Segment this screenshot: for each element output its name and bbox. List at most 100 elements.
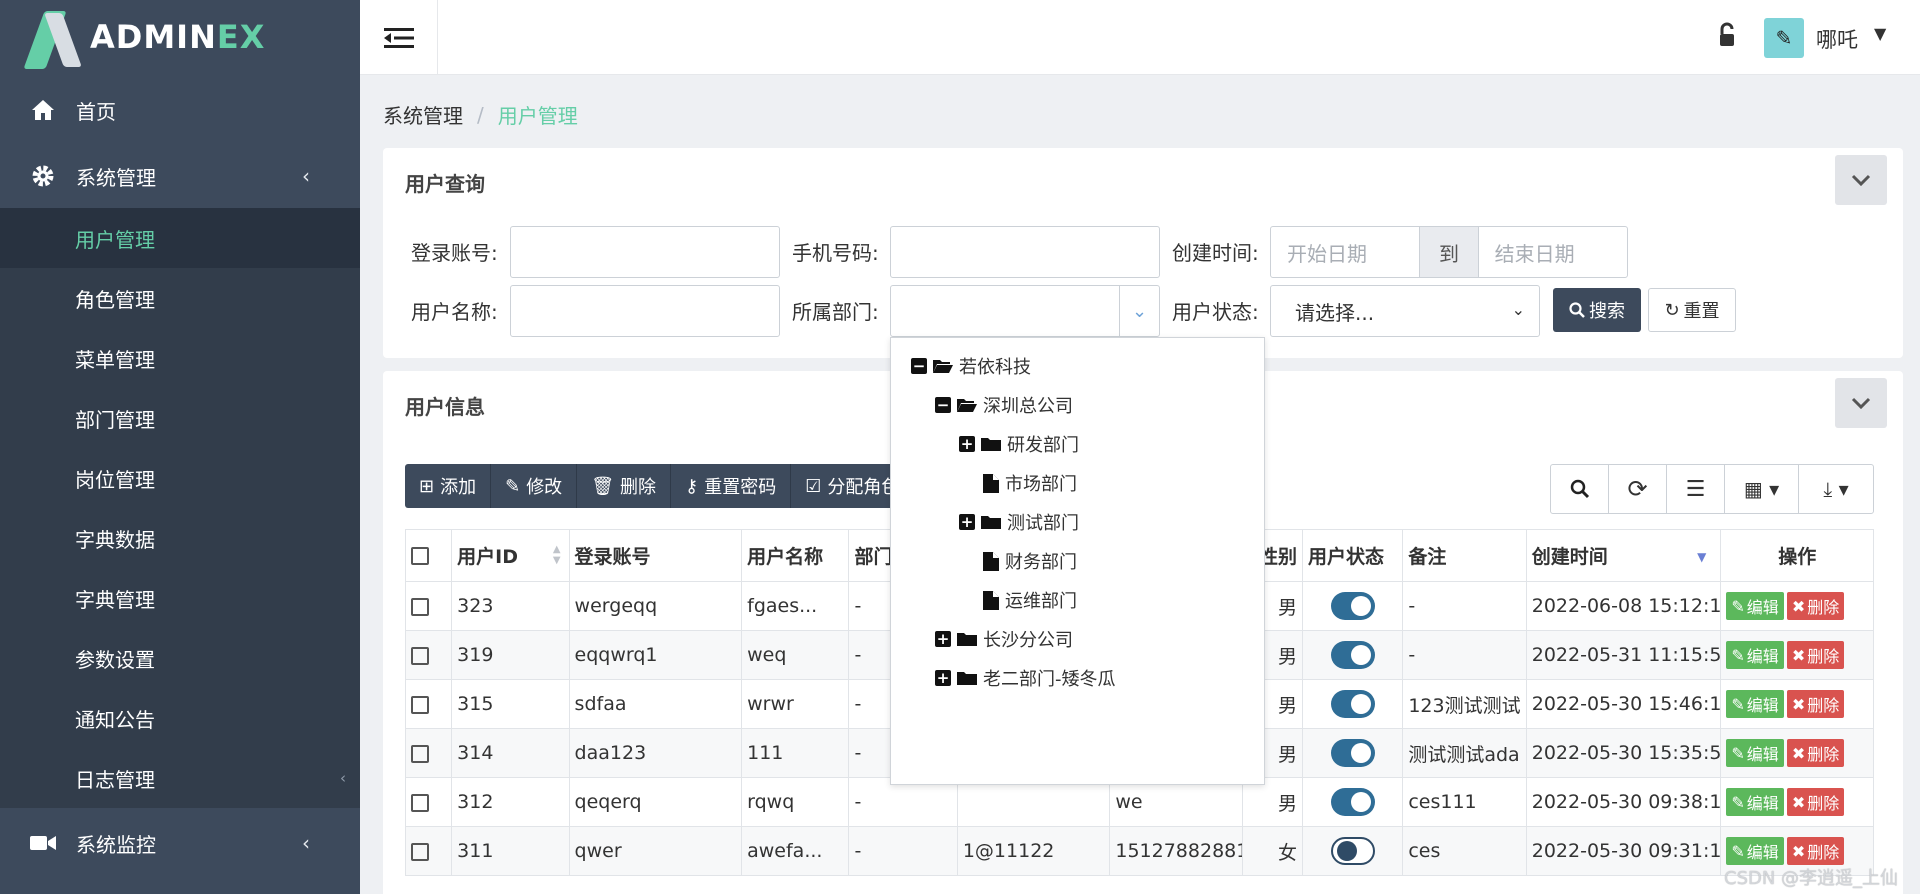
row-delete-button[interactable]: ✖ 删除 xyxy=(1786,788,1845,816)
row-edit-button[interactable]: ✎ 编辑 xyxy=(1726,641,1784,669)
sidebar-toggle-button[interactable] xyxy=(360,0,438,75)
nav-monitor[interactable]: 系统监控 ‹ xyxy=(0,813,360,873)
col-label: 部门 xyxy=(854,546,893,568)
sidebar-item-config[interactable]: 参数设置 xyxy=(0,628,360,688)
tree-node[interactable]: − 深圳总公司 xyxy=(935,391,1073,419)
row-checkbox[interactable] xyxy=(404,826,453,876)
row-edit-button[interactable]: ✎ 编辑 xyxy=(1726,837,1784,865)
sidebar-item-dict[interactable]: 字典管理 xyxy=(0,568,360,628)
tree-node[interactable]: 运维部门 xyxy=(983,586,1077,614)
sidebar-item-users[interactable]: 用户管理 xyxy=(0,208,360,268)
start-date-input[interactable]: 开始日期 xyxy=(1271,227,1419,277)
reset-password-button[interactable]: ⚷ 重置密码 xyxy=(671,464,792,508)
row-delete-button[interactable]: ✖ 删除 xyxy=(1786,837,1845,865)
user-name[interactable]: 哪吒 xyxy=(1816,24,1858,54)
row-checkbox[interactable] xyxy=(404,581,453,631)
row-delete-button[interactable]: ✖ 删除 xyxy=(1786,739,1845,767)
tree-node[interactable]: 财务部门 xyxy=(983,547,1077,575)
checkbox[interactable] xyxy=(411,597,429,616)
status-toggle[interactable] xyxy=(1330,739,1375,767)
tree-node[interactable]: + 长沙分公司 xyxy=(935,625,1073,653)
status-select[interactable]: 请选择... ⌄ xyxy=(1270,285,1540,337)
collapse-button[interactable] xyxy=(1835,155,1887,205)
status-toggle[interactable] xyxy=(1330,641,1375,669)
sidebar-item-logs[interactable]: 日志管理 ‹ xyxy=(0,748,360,808)
caret-down-icon[interactable]: ▼ xyxy=(1874,24,1886,43)
row-checkbox[interactable] xyxy=(404,679,453,729)
refresh-button[interactable]: ⟳ xyxy=(1609,465,1667,513)
status-toggle[interactable] xyxy=(1330,690,1375,718)
breadcrumb-parent[interactable]: 系统管理 xyxy=(383,100,463,129)
sidebar-item-dict-data[interactable]: 字典数据 xyxy=(0,508,360,568)
checkbox[interactable] xyxy=(411,793,429,812)
delete-button[interactable]: 🗑 删除 xyxy=(577,464,672,508)
refresh-icon: ⟳ xyxy=(1627,475,1648,503)
checkbox[interactable] xyxy=(411,695,429,714)
tree-node[interactable]: − 若依科技 xyxy=(911,352,1031,380)
edit-label: 修改 xyxy=(526,477,563,498)
expand-icon[interactable]: + xyxy=(959,436,975,452)
sidebar-item-posts[interactable]: 岗位管理 xyxy=(0,448,360,508)
expand-icon[interactable]: + xyxy=(935,631,951,647)
tree-node[interactable]: 市场部门 xyxy=(983,469,1077,497)
row-delete-button[interactable]: ✖ 删除 xyxy=(1786,641,1845,669)
lock-icon[interactable] xyxy=(1717,22,1737,50)
collapse-icon[interactable]: − xyxy=(935,397,951,413)
row-delete-button[interactable]: ✖ 删除 xyxy=(1786,592,1845,620)
logo[interactable]: ADMINEX xyxy=(0,0,360,74)
cell-status xyxy=(1301,826,1404,876)
status-toggle[interactable] xyxy=(1330,837,1375,865)
sidebar-item-roles[interactable]: 角色管理 xyxy=(0,268,360,328)
nav-system[interactable]: 系统管理 ‹ xyxy=(0,146,360,206)
col-user-id[interactable]: 用户ID ▲ ▼ xyxy=(451,529,570,582)
tree-node[interactable]: + 测试部门 xyxy=(959,508,1079,536)
date-to-label: 到 xyxy=(1419,227,1479,277)
select-all-checkbox[interactable] xyxy=(404,529,453,582)
toggle-search-button[interactable] xyxy=(1551,465,1609,513)
row-checkbox[interactable] xyxy=(404,777,453,827)
row-checkbox[interactable] xyxy=(404,630,453,680)
chevron-down-icon[interactable]: ⌄ xyxy=(1119,286,1159,336)
reset-button[interactable]: ↻ 重置 xyxy=(1648,288,1736,332)
expand-icon[interactable]: + xyxy=(935,670,951,686)
sidebar-item-menus[interactable]: 菜单管理 xyxy=(0,328,360,388)
login-account-input[interactable] xyxy=(510,226,780,278)
dept-select[interactable]: ⌄ xyxy=(890,285,1160,337)
info-panel-title: 用户信息 xyxy=(405,395,485,419)
row-edit-button[interactable]: ✎ 编辑 xyxy=(1726,592,1784,620)
tree-node[interactable]: + 老二部门-矮冬瓜 xyxy=(935,664,1116,692)
phone-input[interactable] xyxy=(890,226,1160,278)
row-edit-button[interactable]: ✎ 编辑 xyxy=(1726,739,1784,767)
status-toggle[interactable] xyxy=(1330,788,1375,816)
cell-remark: ces111 xyxy=(1402,777,1527,827)
toggle-view-button[interactable]: ☰ xyxy=(1667,465,1725,513)
collapse-icon[interactable]: − xyxy=(911,358,927,374)
search-button[interactable]: 搜索 xyxy=(1553,288,1641,332)
username-input[interactable] xyxy=(510,285,780,337)
sidebar-item-depts[interactable]: 部门管理 xyxy=(0,388,360,448)
checkbox[interactable] xyxy=(411,744,429,763)
checkbox[interactable] xyxy=(411,547,429,565)
status-toggle[interactable] xyxy=(1330,592,1375,620)
breadcrumb-current: 用户管理 xyxy=(497,104,578,128)
row-checkbox[interactable] xyxy=(404,728,453,778)
cell-actions: ✎ 编辑 ✖ 删除 xyxy=(1720,581,1874,631)
expand-icon[interactable]: + xyxy=(959,514,975,530)
avatar[interactable]: ✎ xyxy=(1764,18,1804,58)
checkbox[interactable] xyxy=(411,646,429,665)
end-date-input[interactable]: 结束日期 xyxy=(1479,227,1627,277)
nav-home[interactable]: 首页 xyxy=(0,80,360,140)
table-row[interactable]: 311 qwer awefa... -1@11122 15127882881 女 ces 20… xyxy=(404,826,1874,876)
row-edit-button[interactable]: ✎ 编辑 xyxy=(1726,690,1784,718)
columns-button[interactable]: ▦ ▾ xyxy=(1725,465,1799,513)
add-button[interactable]: ⊞ 添加 xyxy=(405,464,492,508)
collapse-button[interactable] xyxy=(1835,378,1887,428)
tree-node[interactable]: + 研发部门 xyxy=(959,430,1079,458)
row-edit-button[interactable]: ✎ 编辑 xyxy=(1726,788,1784,816)
checkbox[interactable] xyxy=(411,842,429,861)
row-delete-button[interactable]: ✖ 删除 xyxy=(1786,690,1845,718)
edit-button[interactable]: ✎ 修改 xyxy=(491,464,578,508)
col-created[interactable]: 创建时间 ▼ xyxy=(1525,529,1722,582)
export-button[interactable]: ⤓ ▾ xyxy=(1799,465,1873,513)
sidebar-item-notice[interactable]: 通知公告 xyxy=(0,688,360,748)
